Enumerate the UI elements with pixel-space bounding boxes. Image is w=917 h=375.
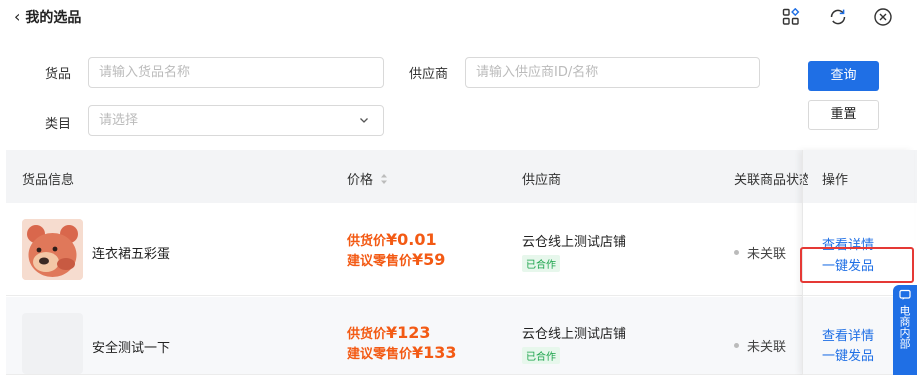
search-button[interactable]: 查询 (808, 61, 879, 91)
supply-price: 供货价¥123 (347, 323, 431, 342)
column-price[interactable]: 价格 (347, 169, 388, 189)
supplier-input[interactable]: 请输入供应商ID/名称 (465, 57, 760, 88)
goods-name-input[interactable]: 请输入货品名称 (88, 57, 384, 88)
supply-price: 供货价¥0.01 (347, 230, 437, 249)
table-row: 连衣裙五彩蛋 供货价¥0.01 建议零售价¥59 云仓线上测试店铺 已合作 未关… (6, 203, 917, 296)
grid-diamond-icon[interactable] (780, 6, 802, 28)
one-click-publish-link[interactable]: 一键发品 (822, 345, 874, 364)
goods-label: 货品 (45, 67, 72, 82)
chevron-left-icon: ‹ (14, 7, 21, 26)
retail-price-value: ¥133 (412, 343, 457, 362)
product-thumbnail (22, 219, 83, 280)
link-status-text: 未关联 (747, 340, 787, 355)
status-dot-icon (734, 343, 739, 348)
link-status-text: 未关联 (747, 247, 787, 262)
link-status: 未关联 (734, 336, 786, 355)
reset-button[interactable]: 重置 (808, 100, 879, 130)
column-price-label: 价格 (347, 173, 374, 188)
retail-price: 建议零售价¥59 (347, 250, 445, 269)
refresh-icon[interactable] (827, 6, 849, 28)
page-header: ‹ 我的选品 (0, 0, 917, 38)
column-link-status: 关联商品状态 (734, 173, 808, 188)
retail-price-label: 建议零售价 (347, 254, 413, 269)
status-badge: 已合作 (522, 347, 560, 364)
back-button[interactable]: ‹ 我的选品 (14, 7, 81, 27)
supplier-label: 供应商 (409, 67, 449, 82)
chevron-down-icon (359, 106, 369, 146)
category-select[interactable]: 请选择 (88, 105, 384, 136)
retail-price-value: ¥59 (412, 250, 446, 269)
chat-icon (893, 289, 917, 305)
retail-price-label: 建议零售价 (347, 347, 413, 362)
column-goods-info: 货品信息 (22, 173, 75, 188)
highlight-box (800, 247, 914, 283)
side-chat-widget[interactable]: 电商内部 (893, 285, 917, 375)
category-select-value: 请选择 (99, 113, 139, 128)
side-widget-label: 电商内部 (898, 305, 911, 349)
retail-price: 建议零售价¥133 (347, 343, 457, 362)
page-title: 我的选品 (25, 10, 82, 26)
supplier-name: 云仓线上测试店铺 (522, 327, 627, 342)
status-dot-icon (734, 250, 739, 255)
supply-price-label: 供货价 (347, 327, 387, 342)
supply-price-label: 供货价 (347, 234, 387, 249)
supply-price-value: ¥0.01 (386, 230, 437, 249)
supply-price-value: ¥123 (386, 323, 431, 342)
table-header: 货品信息 价格 供应商 关联商品状态 操作 (6, 150, 917, 203)
product-thumbnail (22, 313, 83, 374)
product-name: 连衣裙五彩蛋 (92, 247, 171, 262)
close-circle-icon[interactable] (872, 6, 894, 28)
column-actions: 操作 (822, 173, 849, 188)
category-label: 类目 (45, 117, 72, 132)
supplier-name: 云仓线上测试店铺 (522, 235, 627, 250)
view-detail-link[interactable]: 查看详情 (822, 325, 874, 344)
product-name: 安全测试一下 (92, 341, 171, 356)
table-row: 安全测试一下 供货价¥123 建议零售价¥133 云仓线上测试店铺 已合作 未关… (6, 297, 917, 375)
status-badge: 已合作 (522, 255, 560, 272)
sort-icon[interactable] (380, 173, 388, 189)
link-status: 未关联 (734, 243, 786, 262)
column-supplier: 供应商 (522, 173, 562, 188)
